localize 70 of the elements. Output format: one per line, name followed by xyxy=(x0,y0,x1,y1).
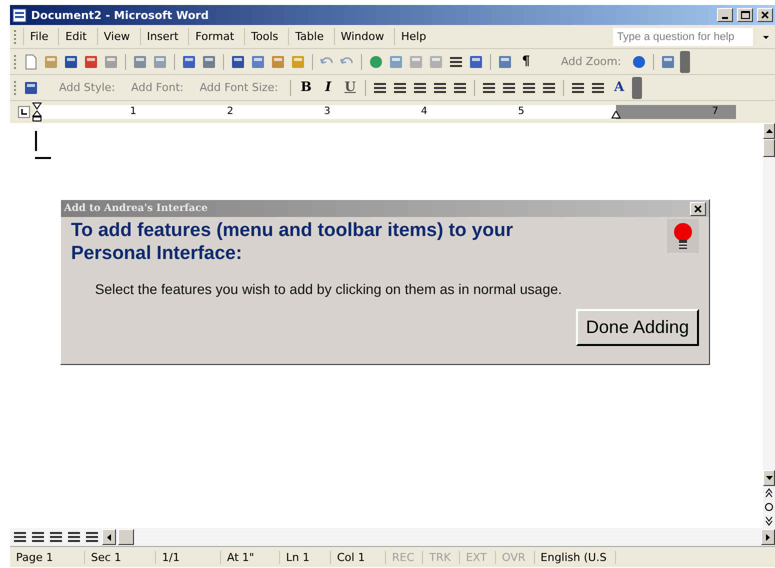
indent-marker-icon[interactable] xyxy=(32,102,42,122)
status-text: At 1" xyxy=(221,550,280,564)
close-icon xyxy=(694,204,702,212)
down-arrow-icon xyxy=(766,476,772,480)
status-text: 1/1 xyxy=(156,550,221,564)
status-text: Page 1 xyxy=(10,550,85,564)
menu-item[interactable]: Edit xyxy=(58,28,93,45)
add-font-label: Add Font: xyxy=(131,81,184,94)
italic-button[interactable]: I xyxy=(319,80,338,95)
menu-item[interactable]: Help xyxy=(394,28,432,45)
status-text: English (U.S xyxy=(534,550,616,564)
light-bulb-icon xyxy=(667,219,699,253)
menu-item[interactable]: File xyxy=(23,28,54,45)
toolbar-options-button[interactable] xyxy=(632,76,642,98)
menu-item[interactable]: Insert xyxy=(140,28,184,45)
add-zoom-label: Add Zoom: xyxy=(561,55,622,68)
status-text: TRK xyxy=(423,550,460,564)
menu-item[interactable]: Window xyxy=(334,28,390,45)
minimize-button[interactable] xyxy=(717,8,733,22)
new-document-icon[interactable] xyxy=(23,54,39,70)
ruler-number: 4 xyxy=(421,105,428,119)
close-button[interactable] xyxy=(757,8,773,22)
status-text: OVR xyxy=(496,550,535,564)
scroll-thumb[interactable] xyxy=(763,139,775,157)
scroll-right-button[interactable] xyxy=(761,529,775,545)
browse-object-icon[interactable] xyxy=(763,500,775,514)
dialog-title: Add to Andrea's Interface xyxy=(64,203,209,214)
underline-button[interactable]: U xyxy=(341,80,360,95)
status-text: REC xyxy=(386,550,424,564)
bold-button[interactable]: B xyxy=(297,80,316,95)
status-text: EXT xyxy=(460,550,496,564)
font-color-button[interactable]: A xyxy=(610,80,628,95)
next-page-icon[interactable] xyxy=(763,514,775,528)
ruler-number: 2 xyxy=(227,105,234,119)
previous-page-icon[interactable] xyxy=(763,486,775,500)
status-text: Ln 1 xyxy=(280,550,331,564)
toolbar-options-button[interactable] xyxy=(680,50,690,72)
ruler-number: 1 xyxy=(130,105,136,119)
maximize-button[interactable] xyxy=(737,8,753,22)
done-adding-button[interactable]: Done Adding xyxy=(576,309,699,346)
ruler-number: 7 xyxy=(712,105,718,119)
menu-item[interactable]: View xyxy=(96,28,136,45)
window-title: Document2 - Microsoft Word xyxy=(31,8,210,22)
menu-item[interactable]: Format xyxy=(188,28,240,45)
add-font-size-label: Add Font Size: xyxy=(200,81,278,94)
status-text: Sec 1 xyxy=(85,550,156,564)
scroll-down-button[interactable] xyxy=(763,470,775,486)
left-arrow-icon xyxy=(107,534,111,540)
dialog-heading: To add features (menu and toolbar items) to your Personal Interface: xyxy=(71,219,514,265)
menu-item[interactable]: Table xyxy=(288,28,330,45)
right-arrow-icon xyxy=(766,534,770,540)
close-icon xyxy=(761,11,769,19)
add-style-label: Add Style: xyxy=(59,81,116,94)
paragraph-mark-button[interactable]: ¶ xyxy=(517,54,535,69)
close-button[interactable] xyxy=(690,202,706,216)
scroll-left-button[interactable] xyxy=(102,529,116,545)
dialog-message: Select the features you wish to add by clicking on them as in normal usage. xyxy=(95,281,563,297)
scroll-up-button[interactable] xyxy=(763,123,775,139)
text-cursor-icon xyxy=(34,131,52,159)
word-document-icon xyxy=(12,8,27,22)
tab-selector-icon[interactable] xyxy=(18,106,30,118)
ruler-number: 5 xyxy=(518,105,524,119)
up-arrow-icon xyxy=(766,129,772,133)
maximize-icon xyxy=(740,11,750,19)
menu-item[interactable]: Tools xyxy=(244,28,284,45)
ruler-number: 3 xyxy=(324,105,330,119)
status-text: Col 1 xyxy=(331,550,386,564)
right-indent-marker-icon[interactable] xyxy=(611,111,621,119)
help-question-field[interactable]: Type a question for help xyxy=(613,28,753,46)
horizontal-scroll-thumb[interactable] xyxy=(118,529,134,545)
